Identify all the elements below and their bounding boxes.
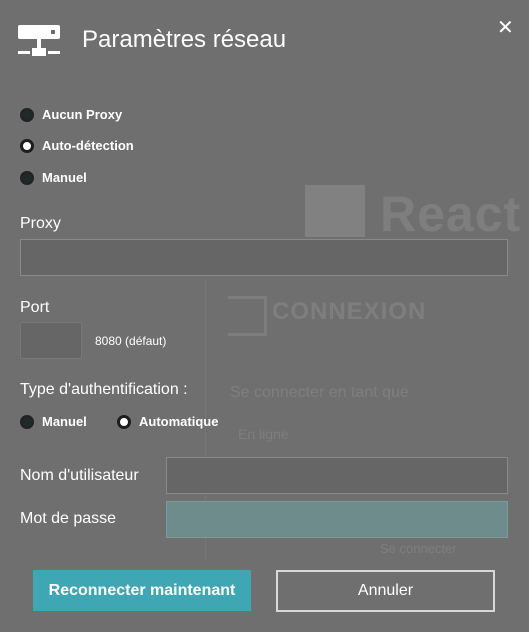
password-label: Mot de passe xyxy=(20,510,117,527)
password-input[interactable] xyxy=(166,501,508,538)
radio-indicator-selected[interactable] xyxy=(20,138,34,153)
radio-auth-automatic[interactable]: Automatique xyxy=(117,414,218,429)
radio-label: Aucun Proxy xyxy=(42,107,123,122)
background-link: Se connecter xyxy=(380,541,457,556)
radio-no-proxy[interactable]: Aucun Proxy xyxy=(20,107,122,122)
background-status: En ligne xyxy=(238,426,289,442)
radio-label: Automatique xyxy=(139,414,219,429)
reconnect-button[interactable]: Reconnecter maintenant xyxy=(33,570,251,611)
port-label: Port xyxy=(20,299,50,316)
port-default-hint: 8080 (défaut) xyxy=(95,334,167,348)
radio-indicator-selected[interactable] xyxy=(117,414,131,429)
radio-indicator[interactable] xyxy=(20,170,34,185)
background-hint: Se connecter en tant que xyxy=(230,384,409,401)
brand-logo-icon xyxy=(305,185,365,237)
background-brand: React xyxy=(380,186,522,242)
close-icon[interactable]: ✕ xyxy=(497,18,514,38)
radio-manual-proxy[interactable]: Manuel xyxy=(20,170,87,185)
username-input[interactable] xyxy=(166,457,508,494)
radio-label: Auto-détection xyxy=(42,138,134,153)
username-label: Nom d'utilisateur xyxy=(20,467,139,484)
radio-label: Manuel xyxy=(42,414,87,429)
radio-auto-detect[interactable]: Auto-détection xyxy=(20,138,134,153)
background-login-title: CONNEXION xyxy=(272,298,427,325)
proxy-input[interactable] xyxy=(20,239,508,276)
cancel-button[interactable]: Annuler xyxy=(276,570,495,612)
network-icon xyxy=(18,25,60,56)
radio-auth-manual[interactable]: Manuel xyxy=(20,414,87,429)
auth-type-label: Type d'authentification : xyxy=(20,381,188,398)
login-icon xyxy=(228,296,267,336)
proxy-label: Proxy xyxy=(20,215,61,232)
radio-indicator[interactable] xyxy=(20,414,34,429)
radio-indicator[interactable] xyxy=(20,107,34,122)
radio-label: Manuel xyxy=(42,170,87,185)
port-input[interactable] xyxy=(20,322,82,359)
dialog-title: Paramètres réseau xyxy=(82,26,287,53)
